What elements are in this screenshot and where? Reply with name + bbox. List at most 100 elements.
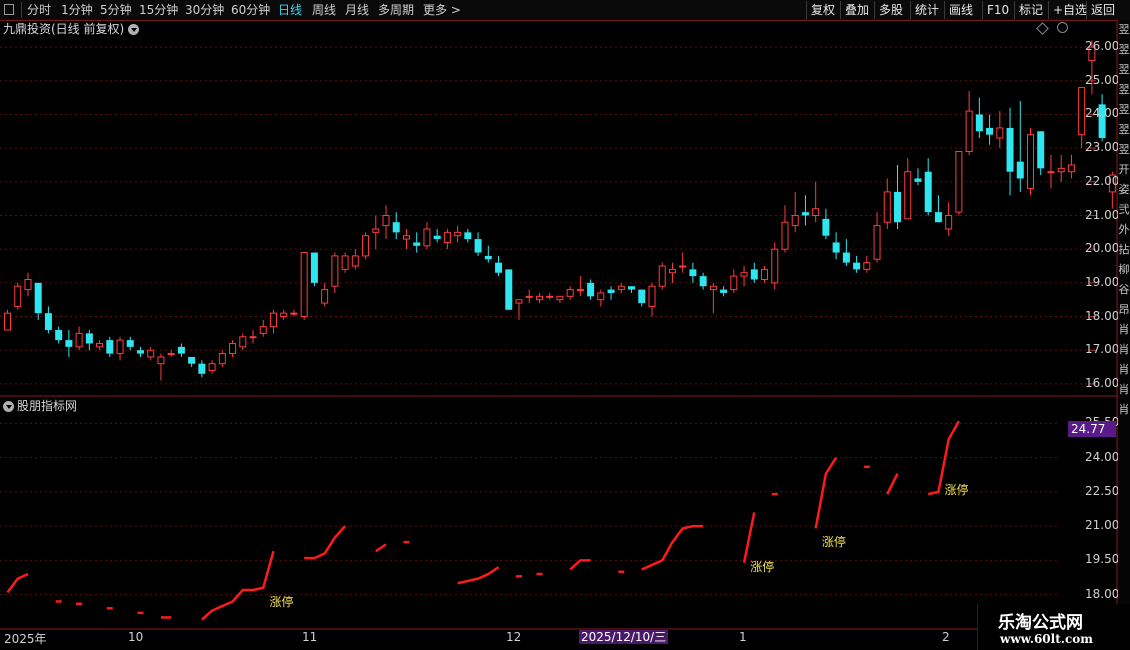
candle-body-up	[904, 171, 912, 220]
candle-body-up	[14, 285, 22, 307]
candle-body-up	[229, 342, 237, 355]
watermark-url: www.60lt.com	[1000, 632, 1093, 646]
date-label-oct: 10	[128, 630, 144, 644]
candle-body-up	[75, 332, 83, 348]
candle-body-up	[1067, 164, 1075, 173]
price-tick-label: 17.00	[1085, 342, 1120, 357]
side-strip-char: 开	[1118, 163, 1130, 176]
candle-body-down	[894, 191, 902, 223]
side-strip-char: 翌	[1118, 63, 1130, 76]
indicator-line	[201, 550, 275, 621]
candle-body-down	[310, 252, 318, 283]
candle-body-down	[136, 350, 144, 354]
price-tick-label: 25.00	[1085, 72, 1120, 87]
candle-body-up	[382, 215, 390, 227]
candle-body-up	[617, 285, 625, 291]
candle-body-up	[321, 289, 329, 304]
indicator-tick-label: 18.00	[1085, 586, 1120, 601]
date-label-nov: 11	[302, 630, 318, 644]
candle-body-up	[771, 248, 779, 284]
candle-body-up	[730, 275, 738, 291]
side-strip-char: 肖	[1118, 383, 1130, 396]
candle-body-up	[546, 295, 554, 298]
side-strip-char: 拈	[1118, 243, 1130, 256]
limit-up-label: 涨停	[944, 482, 969, 497]
candlestick-chart[interactable]	[0, 0, 1130, 650]
side-strip-char: 肖	[1118, 323, 1130, 336]
candle-body-up	[259, 326, 267, 334]
candle-body-down	[853, 262, 861, 270]
candle-body-down	[44, 313, 52, 331]
side-strip-char: 弐	[1118, 203, 1130, 216]
side-strip-char: 翌	[1118, 143, 1130, 156]
candle-body-up	[791, 215, 799, 227]
candle-body-down	[924, 171, 932, 213]
candle-body-down	[474, 239, 482, 253]
candle-body-up	[658, 265, 666, 287]
candle-body-down	[126, 340, 134, 347]
candle-body-up	[1027, 134, 1034, 190]
candle-body-up	[566, 289, 574, 297]
indicator-tick-label: 24.00	[1085, 449, 1120, 464]
side-strip-char: 外	[1118, 223, 1130, 236]
side-strip-char: 肖	[1118, 403, 1130, 416]
candle-body-down	[934, 212, 942, 223]
candle-body-up	[556, 295, 564, 301]
candle-body-up	[873, 225, 881, 260]
candle-body-up	[300, 252, 308, 318]
candle-body-up	[525, 295, 533, 298]
candle-body-down	[720, 289, 728, 293]
indicator-line	[457, 566, 500, 585]
price-tick-label: 23.00	[1085, 140, 1120, 155]
side-strip-char: 姿	[1118, 183, 1130, 196]
candle-body-down	[484, 255, 492, 260]
candle-body-down	[628, 286, 636, 290]
indicator-line	[569, 559, 591, 571]
side-strip-char: 翌	[1118, 123, 1130, 136]
date-label-2025: 2025年	[4, 632, 47, 646]
candle-body-up	[883, 191, 891, 223]
candle-body-up	[351, 255, 359, 267]
side-strip-char: 翌	[1118, 43, 1130, 56]
candle-body-up	[812, 208, 820, 216]
candle-body-up	[4, 312, 11, 331]
limit-up-label: 涨停	[269, 594, 294, 609]
candle-body-down	[464, 232, 472, 240]
indicator-tick-label: 19.50	[1085, 552, 1120, 567]
side-strip-char: 肖	[1118, 343, 1130, 356]
candle-body-down	[505, 269, 513, 310]
side-strip-char: 翌	[1118, 23, 1130, 36]
candle-body-down	[495, 262, 503, 273]
candle-body-up	[423, 228, 431, 247]
price-tick-label: 20.00	[1085, 241, 1120, 256]
candle-body-down	[986, 127, 994, 135]
candle-body-down	[433, 235, 441, 240]
candle-body-up	[996, 127, 1004, 139]
side-strip-char: 肖	[1118, 363, 1130, 376]
candle-body-up	[402, 235, 410, 240]
side-strip-char: 柳	[1118, 263, 1130, 276]
candle-body-up	[290, 312, 298, 315]
candle-body-up	[863, 262, 871, 270]
candle-body-up	[362, 235, 370, 257]
candle-body-down	[801, 212, 809, 216]
date-label-feb: 2	[942, 630, 950, 644]
date-label-jan: 1	[739, 630, 747, 644]
side-strip-char: 昂	[1118, 303, 1130, 316]
candle-body-down	[750, 269, 758, 280]
candle-body-down	[832, 242, 840, 253]
limit-up-label: 涨停	[821, 535, 846, 550]
candle-body-down	[699, 276, 707, 287]
side-strip-char: 谷	[1118, 283, 1130, 296]
candle-body-down	[689, 269, 697, 277]
candle-body-up	[597, 292, 605, 301]
candle-body-down	[188, 356, 196, 364]
candle-body-up	[116, 339, 124, 355]
candle-body-down	[842, 252, 850, 263]
price-tick-label: 21.00	[1085, 207, 1120, 222]
cursor-date-label: 2025/12/10/三	[579, 630, 669, 644]
candle-body-up	[341, 255, 349, 270]
candle-body-up	[280, 312, 288, 318]
candle-body-down	[198, 363, 206, 374]
indicator-line	[742, 512, 756, 563]
